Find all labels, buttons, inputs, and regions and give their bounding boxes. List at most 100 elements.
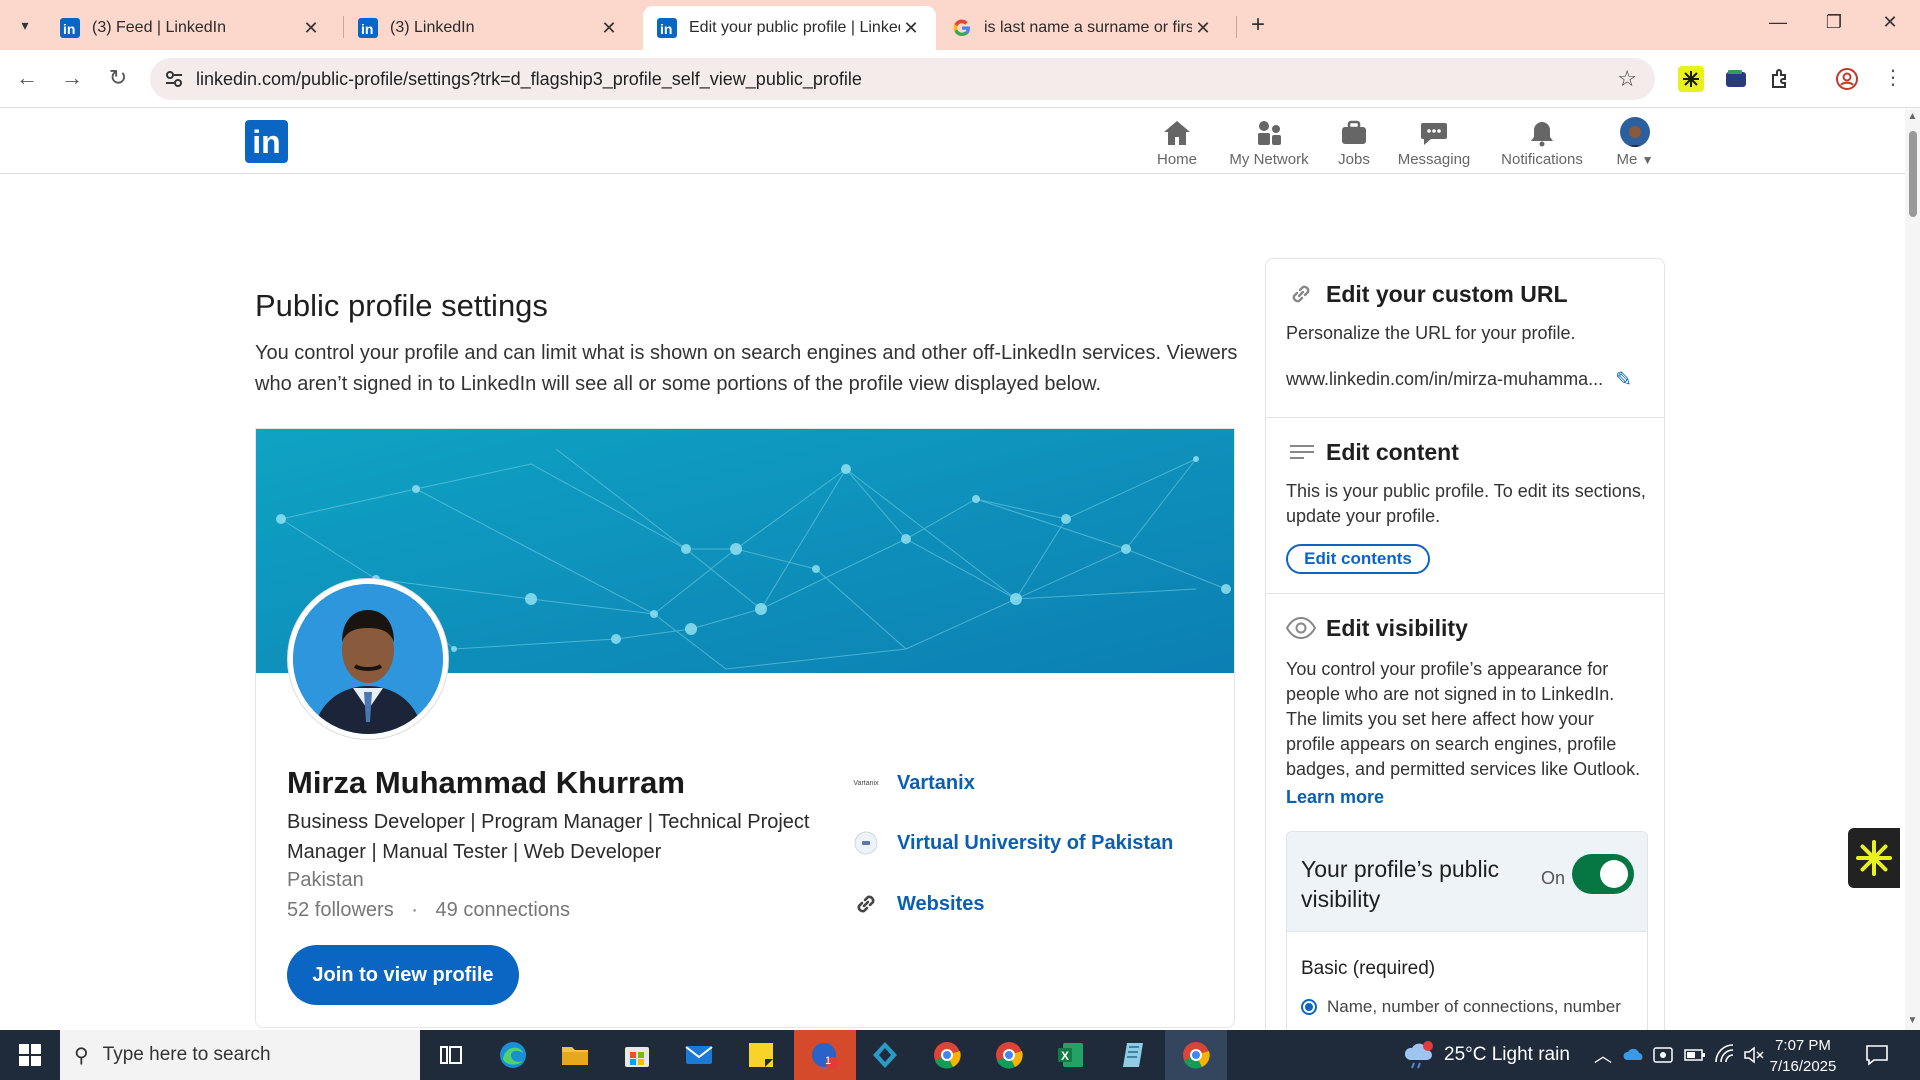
microsoft-store-icon[interactable] (621, 1039, 653, 1071)
taskbar-clock[interactable]: 7:07 PM 7/16/2025 (1758, 1035, 1848, 1077)
section-divider (1266, 417, 1664, 418)
tab-google-search[interactable]: is last name a surname or first name ✕ (938, 6, 1228, 50)
profile-photo (288, 579, 448, 739)
close-tab-icon[interactable]: ✕ (900, 18, 922, 39)
nav-label: Home (1156, 151, 1197, 168)
sticky-notes-icon[interactable] (745, 1039, 777, 1071)
chrome-icon[interactable] (931, 1039, 963, 1071)
link-icon (851, 889, 881, 919)
svg-text:in: in (63, 21, 75, 37)
toggle-state-label: On (1541, 868, 1566, 888)
org-virtual-university[interactable]: Virtual University of Pakistan (851, 828, 1173, 858)
tab-edit-public-profile[interactable]: in Edit your public profile | LinkedIn ✕ (643, 6, 936, 50)
chrome-active-icon[interactable] (1180, 1039, 1212, 1071)
restore-window-icon[interactable]: ❐ (1814, 12, 1854, 38)
chrome-profile-icon[interactable] (993, 1039, 1025, 1071)
scroll-thumb[interactable] (1909, 131, 1917, 217)
reload-icon[interactable]: ↻ (103, 64, 133, 94)
scroll-down-arrow-icon[interactable]: ▼ (1905, 1015, 1920, 1026)
windows-start-icon[interactable] (0, 1030, 60, 1080)
sunburst-icon (1856, 840, 1892, 876)
custom-url-description: Personalize the URL for your profile. (1286, 323, 1576, 343)
diamond-app-icon[interactable] (869, 1039, 901, 1071)
extension-sunburst-icon[interactable] (1678, 66, 1704, 92)
meet-camera-icon[interactable] (1652, 1044, 1676, 1066)
minimize-window-icon[interactable]: — (1758, 12, 1798, 38)
browser-menu-kebab-icon[interactable]: ⋮ (1878, 64, 1908, 94)
pencil-edit-icon[interactable]: ✎ (1615, 367, 1632, 392)
university-seal-icon (851, 828, 881, 858)
taskbar-search-placeholder: Type here to search (102, 1044, 271, 1065)
basic-option-label: Name, number of connections, number (1327, 997, 1621, 1016)
tab-search-chevron-icon[interactable]: ▾ (8, 10, 42, 40)
site-info-icon[interactable] (164, 69, 184, 89)
battery-icon[interactable] (1683, 1046, 1707, 1064)
nav-label: My Network (1229, 151, 1309, 168)
onedrive-cloud-icon[interactable] (1622, 1044, 1646, 1064)
page-scrollbar[interactable]: ▲ ▼ (1905, 109, 1920, 1030)
svg-text:X: X (1061, 1049, 1069, 1063)
bookmark-star-icon[interactable]: ☆ (1617, 66, 1637, 92)
clock-date: 7/16/2025 (1769, 1058, 1837, 1075)
nav-notifications[interactable]: Notifications (1497, 115, 1587, 171)
calendar-app-icon[interactable] (808, 1039, 840, 1071)
public-visibility-header: Your profile’s public visibility On (1287, 832, 1647, 932)
back-arrow-icon[interactable]: ← (12, 64, 42, 94)
tab-feed[interactable]: in (3) Feed | LinkedIn ✕ (46, 6, 336, 50)
public-visibility-title: Your profile’s public visibility (1301, 856, 1500, 912)
org-vartanix[interactable]: Vartanix Vartanix (851, 768, 975, 798)
excel-icon[interactable]: X (1055, 1039, 1087, 1071)
nav-messaging[interactable]: Messaging (1397, 115, 1471, 171)
file-explorer-icon[interactable] (559, 1039, 591, 1071)
chat-icon (1421, 123, 1447, 145)
mail-icon[interactable] (683, 1039, 715, 1071)
svg-text:in: in (361, 21, 373, 37)
extension-wallet-icon[interactable] (1723, 66, 1749, 92)
basic-option-row[interactable]: Name, number of connections, number (1301, 997, 1621, 1017)
close-tab-icon[interactable]: ✕ (300, 18, 322, 39)
nav-label: Me ▼ (1616, 151, 1654, 168)
nav-jobs[interactable]: Jobs (1333, 115, 1375, 171)
learn-more-link[interactable]: Learn more (1286, 787, 1384, 808)
scroll-up-arrow-icon[interactable]: ▲ (1905, 111, 1920, 122)
show-hidden-icons-chevron-icon[interactable]: ︿ (1594, 1030, 1612, 1080)
linkedin-logo[interactable]: in (245, 120, 288, 163)
new-tab-button[interactable]: + (1244, 12, 1272, 40)
nav-my-network[interactable]: My Network (1222, 115, 1316, 171)
network-icon (1258, 121, 1281, 145)
address-url[interactable]: linkedin.com/public-profile/settings?trk… (196, 69, 862, 90)
radio-selected-icon[interactable] (1301, 999, 1317, 1015)
org-websites[interactable]: Websites (851, 889, 984, 919)
notepad-icon[interactable] (1117, 1039, 1149, 1071)
join-to-view-profile-button[interactable]: Join to view profile (287, 945, 519, 1005)
close-tab-icon[interactable]: ✕ (598, 18, 620, 39)
forward-arrow-icon[interactable]: → (57, 64, 87, 94)
browser-toolbar: ← → ↻ linkedin.com/public-profile/settin… (0, 50, 1920, 108)
wifi-icon[interactable] (1713, 1044, 1737, 1066)
task-view-icon[interactable] (435, 1039, 467, 1071)
floating-extension-widget[interactable] (1848, 828, 1900, 888)
org-label: Websites (897, 892, 985, 915)
section-divider (1266, 593, 1664, 594)
eye-icon (1286, 613, 1316, 643)
lines-icon (1286, 437, 1316, 467)
tab-linkedin[interactable]: in (3) LinkedIn ✕ (344, 6, 634, 50)
profile-name: Mirza Muhammad Khurram (287, 765, 685, 800)
org-label: Vartanix (897, 771, 975, 794)
taskbar-search-input[interactable]: ⚲ Type here to search (60, 1030, 420, 1080)
weather-rain-icon[interactable] (1402, 1038, 1436, 1072)
weather-text[interactable]: 25°C Light rain (1444, 1030, 1570, 1080)
nav-me[interactable]: Me ▼ (1610, 115, 1660, 171)
profile-account-icon[interactable] (1834, 66, 1860, 92)
action-center-icon[interactable] (1864, 1043, 1890, 1067)
edge-browser-icon[interactable] (497, 1039, 529, 1071)
edit-contents-button[interactable]: Edit contents (1286, 544, 1430, 574)
close-window-icon[interactable]: ✕ (1870, 12, 1910, 38)
nav-home[interactable]: Home (1150, 115, 1204, 171)
browser-tabstrip: ▾ in (3) Feed | LinkedIn ✕ in (3) Linked… (0, 0, 1920, 50)
address-bar[interactable]: linkedin.com/public-profile/settings?trk… (150, 58, 1655, 100)
extensions-puzzle-icon[interactable] (1768, 66, 1794, 92)
close-tab-icon[interactable]: ✕ (1192, 18, 1214, 39)
public-visibility-toggle[interactable] (1572, 854, 1634, 894)
basic-required-label: Basic (required) (1301, 958, 1436, 979)
